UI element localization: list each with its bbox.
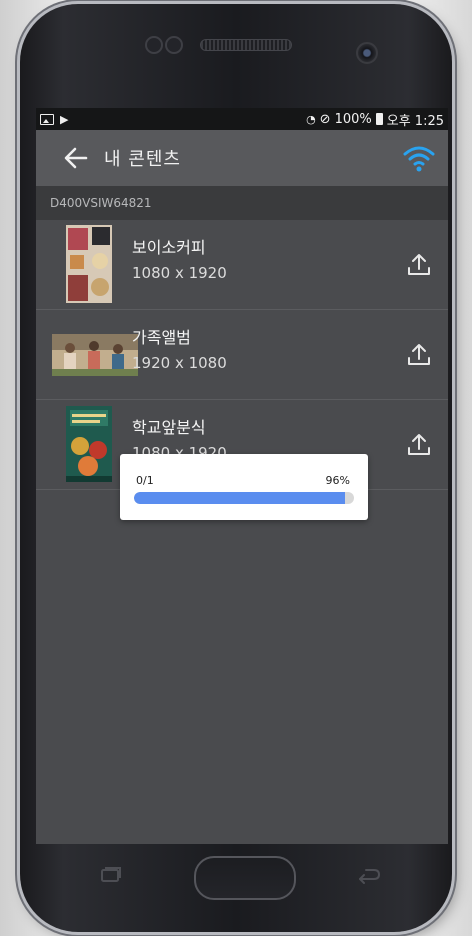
upload-icon[interactable]	[406, 432, 432, 458]
flag-notification-icon: ▶	[60, 112, 69, 126]
upload-count: 0/1	[136, 474, 154, 487]
family-photo-thumbnail	[52, 334, 138, 376]
do-not-disturb-icon: ⊘	[319, 111, 331, 127]
content-name: 가족앨범	[132, 328, 191, 347]
front-camera	[356, 42, 378, 64]
earpiece-speaker	[200, 39, 292, 51]
progress-bar-track	[134, 492, 354, 504]
upload-icon[interactable]	[406, 252, 432, 278]
recent-apps-icon[interactable]	[100, 866, 122, 882]
battery-percent: 100%	[334, 111, 372, 127]
device-serial-bar: D400VSIW64821	[36, 186, 448, 220]
back-nav-icon[interactable]	[356, 866, 382, 886]
hardware-nav-bar	[36, 844, 448, 904]
progress-bar-fill	[134, 492, 346, 504]
page-title: 내 콘텐츠	[104, 149, 181, 170]
food-poster-thumbnail	[66, 406, 112, 482]
content-item[interactable]: 보이소커피 1080 x 1920	[36, 220, 448, 310]
content-item[interactable]: 가족앨범 1920 x 1080	[36, 310, 448, 400]
device-serial: D400VSIW64821	[50, 196, 152, 210]
phone-screen: ▶ ◔ ⊘ 100% 오후 1:25 내 콘텐츠 D400VSIW64821 보…	[36, 108, 448, 844]
content-resolution: 1920 x 1080	[132, 354, 227, 372]
home-button[interactable]	[194, 856, 296, 900]
wifi-signal-icon: ◔	[306, 112, 316, 126]
status-bar: ▶ ◔ ⊘ 100% 오후 1:25	[36, 108, 448, 130]
content-resolution: 1080 x 1920	[132, 264, 227, 282]
content-name: 보이소커피	[132, 238, 206, 257]
app-bar: 내 콘텐츠	[36, 130, 448, 186]
upload-progress-dialog: 0/1 96%	[120, 454, 368, 520]
upload-percent: 96%	[325, 474, 350, 487]
wifi-icon[interactable]	[402, 142, 436, 174]
gallery-notification-icon	[40, 113, 54, 125]
portrait-poster-thumbnail	[66, 225, 112, 303]
back-arrow-icon[interactable]	[56, 138, 96, 178]
upload-icon[interactable]	[406, 342, 432, 368]
clock: 오후 1:25	[386, 113, 444, 129]
content-name: 학교앞분식	[132, 418, 206, 437]
battery-icon	[375, 113, 383, 125]
